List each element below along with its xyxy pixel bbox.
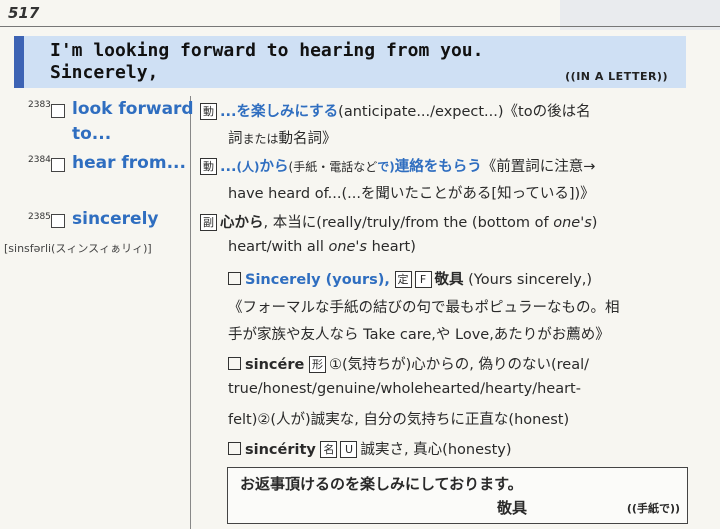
phrase-icon: 定 [394, 271, 412, 288]
sub-sincerity: sincérity 名 U 誠実さ, 真心(honesty) [228, 438, 512, 459]
sub-checkbox[interactable] [228, 442, 241, 455]
entry-number: 2383 [28, 100, 51, 110]
example-closing: 敬具 [497, 499, 528, 517]
entry-number: 2385 [28, 212, 51, 222]
entry-number: 2384 [28, 155, 51, 165]
def-2383-line2: 詞または動名詞》 [228, 131, 337, 147]
header-sentence: I'm looking forward to hearing from you. [50, 40, 484, 61]
def-2384-line1: 動 ...(人)から(手紙・電話などで)連絡をもらう《前置詞に注意→ [200, 155, 595, 176]
sub-sincerely-note-2: 手が家族や友人なら Take care,や Love,あたりがお薦め》 [228, 327, 610, 343]
adverb-icon: 副 [200, 214, 217, 231]
sub-sincerely-note-1: 《フォーマルな手紙の結びの句で最もポピュラーなもの。相 [228, 300, 620, 316]
sub-sincere: sincére 形 ①(気持ちが)心からの, 偽りのない(real/ [228, 353, 589, 374]
entry-checkbox[interactable] [51, 104, 65, 118]
entry-checkbox[interactable] [51, 214, 65, 228]
column-divider [190, 96, 191, 529]
def-2385-main: 心から [220, 215, 264, 231]
adjective-icon: 形 [308, 356, 326, 373]
page-number: 517 [8, 4, 40, 22]
def-2384-line2: have heard of...(...を聞いたことがある[知っている])》 [228, 186, 595, 202]
sub-checkbox[interactable] [228, 357, 241, 370]
def-2383-main: ...を楽しみにする [220, 104, 339, 120]
entry-checkbox[interactable] [51, 158, 65, 172]
top-rule [0, 26, 720, 27]
verb-icon: 動 [200, 158, 217, 175]
pronunciation: [sinsfərli(スィンスィぁリィ)] [4, 242, 152, 255]
sub-sincere-line3: felt)②(人が)誠実な, 自分の気持ちに正直な(honest) [228, 412, 570, 428]
headword-look-forward-cont: to... [72, 124, 112, 144]
def-2384-main: 連絡をもらう [394, 159, 482, 175]
def-2385-line2: heart/with all one's heart) [228, 239, 416, 255]
sub-sincere-line2: true/honest/genuine/wholehearted/hearty/… [228, 381, 581, 397]
header-accent-bar [14, 36, 24, 88]
header-context-tag: ((IN A LETTER)) [565, 70, 668, 83]
sub-sincerely-yours: Sincerely (yours), 定 F 敬具 (Yours sincerely… [228, 268, 592, 289]
def-2385-line1: 副心から, 本当に(really/truly/from the (bottom … [200, 211, 597, 232]
headword-look-forward: look forward [72, 99, 194, 119]
uncountable-icon: U [340, 441, 358, 458]
def-2383-line1: 動 ...を楽しみにする(anticipate.../expect...)《toの… [200, 100, 591, 121]
noun-icon: 名 [320, 441, 338, 458]
example-context-tag: ((手紙で)) [626, 502, 680, 515]
headword-sincerely: sincerely [72, 209, 159, 229]
header-closing: Sincerely, [50, 62, 159, 83]
headword-hear-from: hear from... [72, 153, 186, 173]
sub-checkbox[interactable] [228, 272, 241, 285]
verb-icon: 動 [200, 103, 217, 120]
formal-icon: F [414, 271, 432, 288]
example-sentence: お返事頂けるのを楽しみにしております。 [240, 475, 523, 493]
